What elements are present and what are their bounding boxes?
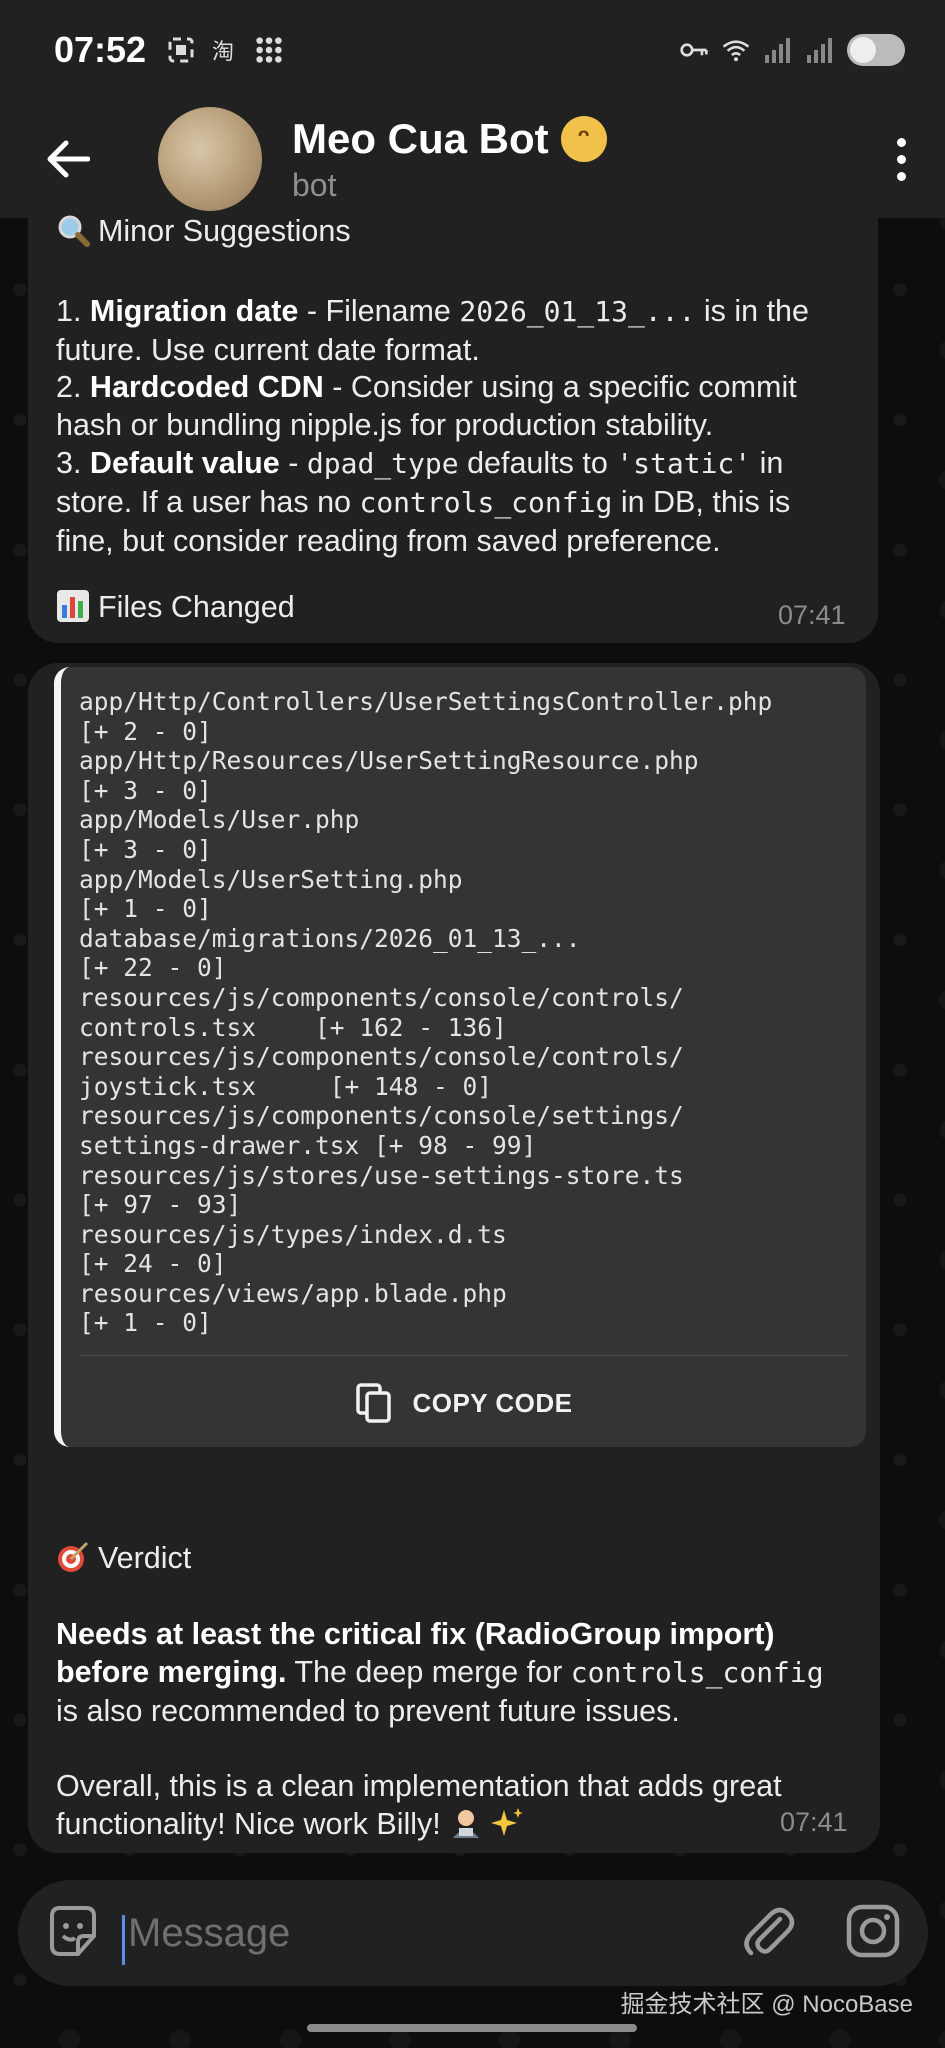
code-line: app/Models/User.php (79, 805, 360, 835)
more-vertical-icon (896, 137, 906, 147)
home-indicator[interactable] (307, 2024, 637, 2032)
suggestion-item: 1. Migration date - Filename 2026_01_13_… (56, 294, 809, 367)
code-line: [+ 22 - 0] (79, 953, 227, 983)
code-line: [+ 1 - 0] (79, 1308, 212, 1338)
message-timestamp: 07:41 (780, 1807, 848, 1837)
message-bubble: Minor Suggestions 1. Migration date - Fi… (28, 214, 878, 643)
code-line: joystick.tsx [+ 148 - 0] (79, 1071, 493, 1101)
code-line: app/Models/UserSetting.php (79, 864, 463, 894)
suggestion-item: 2. Hardcoded CDN - Consider using a spec… (56, 370, 797, 442)
attach-button[interactable] (740, 1903, 796, 1964)
paperclip-icon (744, 1907, 795, 1955)
section-heading: Minor Suggestions (56, 212, 351, 250)
code-line: [+ 1 - 0] (79, 894, 212, 924)
copy-icon (356, 1383, 392, 1423)
divider (79, 1355, 848, 1356)
screenshot-icon (166, 35, 196, 65)
copy-code-label: COPY CODE (412, 1387, 573, 1418)
taobao-icon: 淘 (210, 35, 240, 65)
signal-icon-2 (805, 35, 835, 65)
avatar[interactable] (158, 107, 262, 211)
code-line: app/Http/Resources/UserSettingResource.p… (79, 746, 699, 776)
code-line: [+ 3 - 0] (79, 775, 212, 805)
bot-subtitle: bot (292, 166, 337, 203)
code-line: database/migrations/2026_01_13_... (79, 923, 581, 953)
files-changed-heading: Files Changed (56, 588, 295, 626)
message-input[interactable]: Message (121, 1911, 290, 1965)
code-line: resources/js/components/console/settings… (79, 1101, 684, 1131)
signal-icon (763, 35, 793, 65)
technologist-icon (449, 1806, 483, 1840)
instagram-camera-icon (846, 1904, 900, 1957)
chat-header: Meo Cua Bot ᵔ bot (0, 100, 945, 218)
code-line: resources/js/stores/use-settings-store.t… (79, 1160, 684, 1190)
back-button[interactable] (38, 129, 98, 189)
apps-grid-icon (254, 35, 284, 65)
code-content: app/Http/Controllers/UserSettingsControl… (61, 667, 866, 1338)
code-block[interactable]: app/Http/Controllers/UserSettingsControl… (54, 667, 866, 1447)
suggestion-item: 3. Default value - dpad_type defaults to… (56, 446, 791, 558)
code-line: app/Http/Controllers/UserSettingsControl… (79, 687, 773, 716)
bar-chart-icon (56, 589, 90, 623)
copy-code-button[interactable]: COPY CODE (61, 1367, 866, 1439)
magnifier-icon (56, 213, 90, 247)
angry-cat-icon: ᵔ (560, 115, 607, 162)
message-input-bar: Message (18, 1880, 928, 1986)
code-line: resources/views/app.blade.php (79, 1278, 507, 1308)
code-line: resources/js/components/console/controls… (79, 982, 684, 1012)
emoji-sticker-button[interactable] (44, 1902, 102, 1965)
camera-button[interactable] (844, 1902, 902, 1965)
more-menu-button[interactable] (893, 137, 909, 181)
message-timestamp: 07:41 (778, 600, 846, 630)
status-bar: 07:52 淘 (0, 0, 945, 100)
code-line: [+ 2 - 0] (79, 716, 212, 746)
code-line: controls.tsx [+ 162 - 136] (79, 1012, 507, 1042)
code-line: [+ 3 - 0] (79, 834, 212, 864)
sticker-smile-icon (50, 1905, 96, 1956)
code-line: [+ 24 - 0] (79, 1249, 227, 1279)
code-line: settings-drawer.tsx [+ 98 - 99] (79, 1130, 537, 1160)
message-bubble: app/Http/Controllers/UserSettingsControl… (28, 663, 880, 1853)
code-line: [+ 97 - 93] (79, 1190, 242, 1220)
watermark: 掘金技术社区 @ NocoBase (620, 1991, 913, 2018)
code-line: resources/js/components/console/controls… (79, 1042, 684, 1072)
target-icon (56, 1540, 90, 1574)
code-line: resources/js/types/index.d.ts (79, 1219, 507, 1249)
closing-text: Overall, this is a clean implementation … (56, 1769, 782, 1841)
battery-toggle (847, 34, 905, 66)
status-time: 07:52 (54, 29, 147, 70)
verdict-text: Needs at least the critical fix (RadioGr… (56, 1617, 824, 1728)
bot-name: Meo Cua Bot (292, 114, 549, 162)
wifi-icon (721, 35, 751, 65)
sparkles-icon (491, 1806, 525, 1840)
chat-title-block[interactable]: Meo Cua Bot ᵔ bot (292, 115, 607, 204)
key-icon (679, 35, 709, 65)
verdict-heading: Verdict (56, 1539, 191, 1577)
arrow-left-icon (47, 140, 90, 178)
svg-text:淘: 淘 (212, 40, 234, 65)
